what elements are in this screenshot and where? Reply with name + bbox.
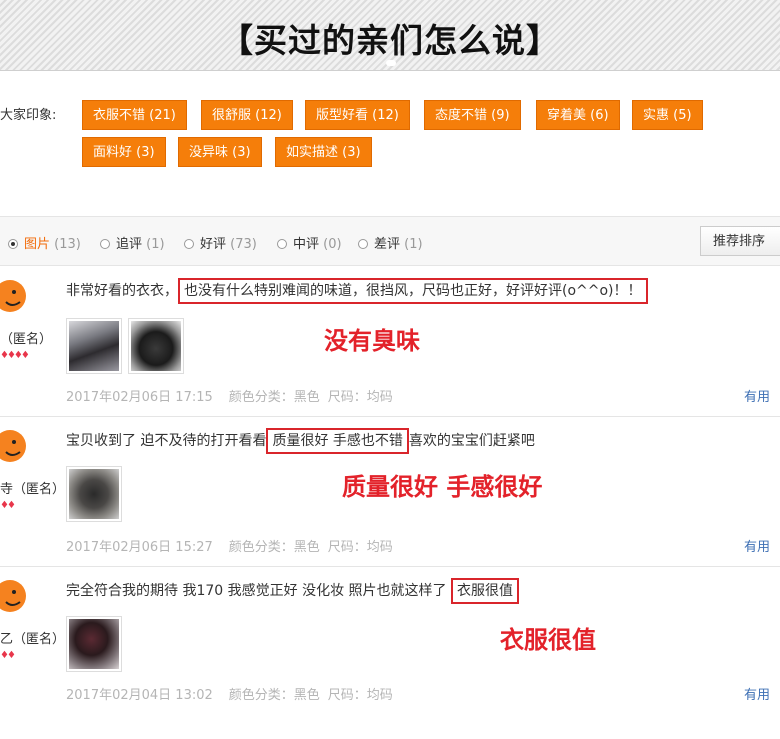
review-text-plain: 宝贝收到了 迫不及待的打开看看 [66,433,267,449]
review-text-highlight: 也没有什么特别难闻的味道，很挡风，尺码也正好，好评好评(o^^o)！！ [178,278,648,304]
impression-tag[interactable]: 穿着美 (6) [536,100,620,130]
reviewer-name: 寺（匿名） [0,482,66,497]
filter-count: (0) [323,237,342,252]
useful-button[interactable]: 有用 [744,386,770,405]
highlight-callout: 质量很好 手感很好 [342,473,543,501]
impression-tag[interactable]: 如实描述 (3) [275,137,372,167]
buyer-level-icon: ♦♦ [0,650,16,661]
sort-dropdown[interactable]: 推荐排序 [700,226,780,256]
review-text-plain: 喜欢的宝宝们赶紧吧 [408,433,535,449]
impression-tag[interactable]: 态度不错 (9) [424,100,521,130]
filter-radio-negative[interactable]: 差评 (1) [358,233,423,252]
radio-selected-icon [8,239,18,249]
filter-radio-followup[interactable]: 追评 (1) [100,233,165,252]
review-filter-bar: 图片 (13) 追评 (1) 好评 (73) 中评 (0) 差评 (1) 推荐排… [0,216,780,266]
review-date: 2017年02月06日 17:15 [66,390,213,405]
review-meta: 2017年02月06日 17:15 颜色分类：黑色 尺码：均码 [66,386,393,405]
banner-title: 【买过的亲们怎么说】 [220,21,560,60]
impressions-label: 大家印象: [0,108,57,123]
filter-count: (13) [54,237,81,252]
reviewer-name: 乙（匿名） [0,632,66,647]
review-photo[interactable] [66,616,122,672]
filter-count: (73) [230,237,257,252]
review-meta: 2017年02月06日 15:27 颜色分类：黑色 尺码：均码 [66,536,393,555]
review-photo[interactable] [66,318,122,374]
reviewer-name: （匿名） [0,332,53,347]
avatar-icon [0,580,26,612]
review-photo[interactable] [66,466,122,522]
radio-icon [184,239,194,249]
useful-button[interactable]: 有用 [744,536,770,555]
review-meta: 2017年02月04日 13:02 颜色分类：黑色 尺码：均码 [66,684,393,703]
review-size: 尺码：均码 [327,688,393,703]
avatar-icon [0,280,26,312]
section-banner: 【买过的亲们怎么说】 [0,0,780,71]
review-item: （匿名） ♦♦♦♦ 非常好看的衣衣， 也没有什么特别难闻的味道，很挡风，尺码也正好… [0,266,780,417]
highlight-callout: 衣服很值 [500,626,596,654]
review-item: 寺（匿名） ♦♦ 宝贝收到了 迫不及待的打开看看 质量很好 手感也不错 喜欢的宝宝们… [0,416,780,567]
review-color: 颜色分类：黑色 [228,688,320,703]
filter-label: 中评 [293,237,320,252]
filter-label: 差评 [374,237,401,252]
review-size: 尺码：均码 [327,540,393,555]
banner-divider-dot [386,60,396,66]
filter-radio-pictures[interactable]: 图片 (13) [8,233,81,252]
buyer-level-icon: ♦♦♦♦ [0,350,30,361]
review-color: 颜色分类：黑色 [228,540,320,555]
review-text-plain: 非常好看的衣衣， [66,283,178,299]
buyer-level-icon: ♦♦ [0,500,16,511]
highlight-callout: 没有臭味 [324,327,420,355]
radio-icon [358,239,368,249]
review-text: 完全符合我的期待 我170 我感觉正好 没化妆 照片也就这样了 衣服很值 [66,578,519,604]
review-date: 2017年02月06日 15:27 [66,540,213,555]
impression-tag[interactable]: 很舒服 (12) [201,100,293,130]
avatar-icon [0,430,26,462]
radio-icon [100,239,110,249]
review-text-highlight: 衣服很值 [450,578,519,604]
review-color: 颜色分类：黑色 [228,390,320,405]
impression-tag[interactable]: 实惠 (5) [632,100,703,130]
filter-count: (1) [146,237,165,252]
filter-label: 好评 [200,237,227,252]
useful-button[interactable]: 有用 [744,684,770,703]
impression-tag[interactable]: 衣服不错 (21) [82,100,187,130]
review-text-highlight: 质量很好 手感也不错 [266,428,409,454]
review-text-plain: 完全符合我的期待 我170 我感觉正好 没化妆 照片也就这样了 [66,583,447,599]
review-photo[interactable] [128,318,184,374]
filter-count: (1) [404,237,423,252]
filter-label: 图片 [24,237,51,252]
filter-radio-positive[interactable]: 好评 (73) [184,233,257,252]
review-item: 乙（匿名） ♦♦ 完全符合我的期待 我170 我感觉正好 没化妆 照片也就这样了… [0,566,780,738]
review-text: 非常好看的衣衣， 也没有什么特别难闻的味道，很挡风，尺码也正好，好评好评(o^^o… [66,278,648,304]
impression-tag[interactable]: 版型好看 (12) [305,100,410,130]
filter-label: 追评 [116,237,143,252]
impression-tag[interactable]: 面料好 (3) [82,137,166,167]
review-date: 2017年02月04日 13:02 [66,688,213,703]
impression-tag[interactable]: 没异味 (3) [178,137,262,167]
review-size: 尺码：均码 [327,390,393,405]
filter-radio-neutral[interactable]: 中评 (0) [277,233,342,252]
radio-icon [277,239,287,249]
review-text: 宝贝收到了 迫不及待的打开看看 质量很好 手感也不错 喜欢的宝宝们赶紧吧 [66,428,535,454]
